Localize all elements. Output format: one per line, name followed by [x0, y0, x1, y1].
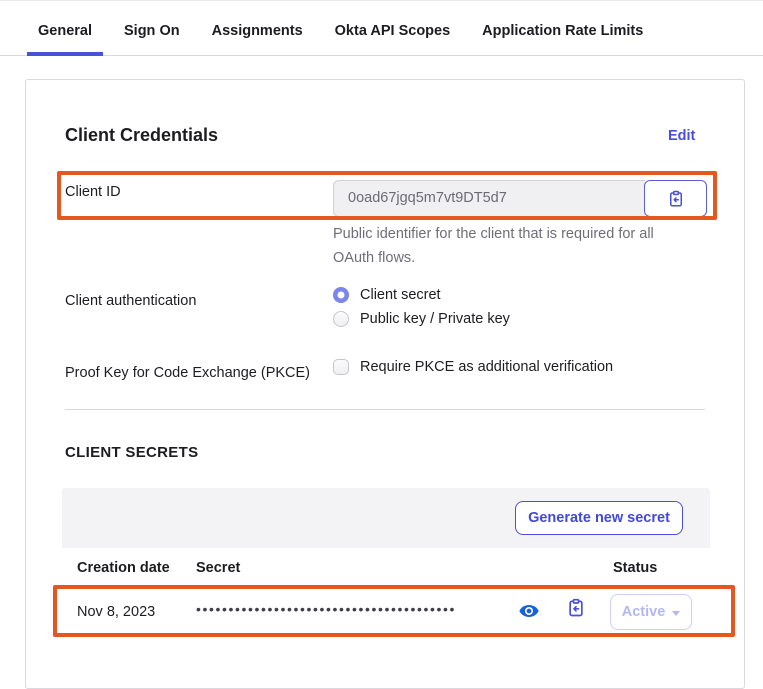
- secret-creation-date: Nov 8, 2023: [77, 604, 155, 620]
- radio-public-private-key-label: Public key / Private key: [360, 311, 510, 327]
- column-header-creation-date: Creation date: [77, 560, 170, 576]
- pkce-label: Proof Key for Code Exchange (PKCE): [65, 365, 310, 381]
- tab-sign-on[interactable]: Sign On: [113, 23, 191, 39]
- column-header-secret: Secret: [196, 560, 240, 576]
- status-badge: Active: [622, 604, 666, 620]
- clipboard-copy-icon: [566, 598, 588, 618]
- tab-general[interactable]: General: [27, 23, 103, 39]
- app-tab-bar: General Sign On Assignments Okta API Sco…: [0, 1, 763, 56]
- tab-assignments[interactable]: Assignments: [201, 23, 314, 39]
- tab-application-rate-limits[interactable]: Application Rate Limits: [471, 23, 654, 39]
- column-header-status: Status: [613, 560, 657, 576]
- generate-new-secret-button[interactable]: Generate new secret: [515, 501, 683, 535]
- client-secrets-table-header: Creation date Secret Status: [62, 548, 710, 587]
- table-row: Nov 8, 2023 ••••••••••••••••••••••••••••…: [62, 587, 710, 637]
- copy-client-id-button[interactable]: [644, 180, 707, 217]
- tab-okta-api-scopes[interactable]: Okta API Scopes: [324, 23, 462, 39]
- checkbox-unchecked-icon: [333, 359, 349, 375]
- status-dropdown-button[interactable]: Active: [610, 594, 692, 630]
- radio-client-secret-label: Client secret: [360, 287, 441, 303]
- eye-icon: [518, 600, 540, 622]
- radio-unselected-icon: [333, 311, 349, 327]
- client-secrets-title: CLIENT SECRETS: [65, 444, 198, 461]
- pkce-checkbox-row[interactable]: Require PKCE as additional verification: [333, 359, 613, 375]
- radio-client-secret[interactable]: Client secret: [333, 287, 441, 303]
- client-id-label: Client ID: [65, 184, 121, 200]
- clipboard-copy-icon: [667, 190, 685, 208]
- section-divider: [65, 409, 705, 410]
- client-secrets-toolbar: Generate new secret: [62, 488, 710, 548]
- client-id-help-text: Public identifier for the client that is…: [333, 222, 678, 270]
- reveal-secret-button[interactable]: [518, 600, 540, 622]
- copy-secret-button[interactable]: [566, 598, 588, 622]
- radio-public-private-key[interactable]: Public key / Private key: [333, 311, 510, 327]
- secret-masked-value: ••••••••••••••••••••••••••••••••••••••••: [196, 601, 516, 617]
- client-id-value-field[interactable]: 0oad67jgq5m7vt9DT5d7: [333, 180, 645, 217]
- pkce-option-label: Require PKCE as additional verification: [360, 359, 613, 375]
- caret-down-icon: [672, 611, 680, 616]
- client-authentication-label: Client authentication: [65, 293, 196, 309]
- client-credentials-title: Client Credentials: [65, 125, 218, 146]
- edit-link[interactable]: Edit: [668, 128, 695, 144]
- radio-selected-icon: [333, 287, 349, 303]
